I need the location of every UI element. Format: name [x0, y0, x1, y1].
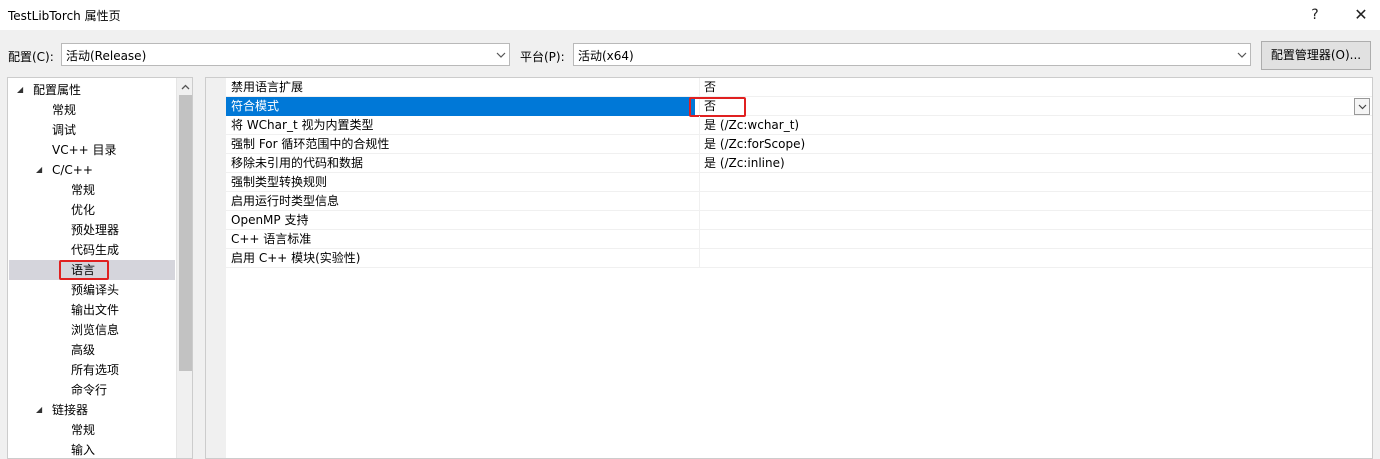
help-icon[interactable]: ?: [1300, 4, 1330, 26]
column-divider: [699, 173, 700, 192]
config-label: 配置(C):: [8, 50, 54, 64]
tree-item-label: 配置属性: [33, 83, 82, 97]
property-name: 禁用语言扩展: [231, 80, 304, 94]
property-name: C++ 语言标准: [231, 232, 312, 246]
column-divider: [699, 135, 700, 154]
chevron-down-icon[interactable]: [1354, 98, 1370, 115]
property-row[interactable]: 强制 For 循环范围中的合规性 是 (/Zc:forScope): [226, 135, 1372, 154]
property-name: 强制类型转换规则: [231, 175, 328, 189]
tree-expand-icon[interactable]: ◢: [36, 165, 46, 175]
column-divider: [699, 249, 700, 268]
property-grid: 禁用语言扩展 否 符合模式 否 将 WChar_t 视为内置类型 是 (/Zc:…: [205, 77, 1373, 459]
property-row[interactable]: 移除未引用的代码和数据 是 (/Zc:inline): [226, 154, 1372, 173]
column-divider: [699, 116, 700, 135]
tree-item-label: 链接器: [52, 403, 89, 417]
property-row[interactable]: 强制类型转换规则: [226, 173, 1372, 192]
grid-gutter: [206, 78, 226, 458]
tree-item-vc-directories[interactable]: VC++ 目录: [52, 140, 117, 160]
row-selection-highlight: [226, 97, 695, 116]
property-name: OpenMP 支持: [231, 213, 309, 227]
tree-item-precompiled-headers[interactable]: 预编译头: [71, 280, 119, 300]
close-icon[interactable]: ✕: [1346, 4, 1376, 26]
property-row[interactable]: 禁用语言扩展 否: [226, 78, 1372, 97]
tree-item-linker-input[interactable]: 输入: [71, 440, 95, 458]
chevron-down-icon: [493, 44, 509, 65]
tree-item-command-line[interactable]: 命令行: [71, 380, 107, 400]
property-tree: ◢ 配置属性 常规 调试 VC++ 目录 ◢ C/C++ 常规 优化 预处理器 …: [7, 77, 193, 459]
property-row[interactable]: 将 WChar_t 视为内置类型 是 (/Zc:wchar_t): [226, 116, 1372, 135]
column-divider: [699, 192, 700, 211]
config-toolbar: 配置(C): 活动(Release) 平台(P): 活动(x64) 配置管理器(…: [0, 30, 1380, 76]
language-highlight-box: [59, 260, 109, 280]
chevron-down-icon: [1234, 44, 1250, 65]
tree-item-all-options[interactable]: 所有选项: [71, 360, 119, 380]
property-name: 强制 For 循环范围中的合规性: [231, 137, 390, 151]
property-row[interactable]: 启用 C++ 模块(实验性): [226, 249, 1372, 268]
property-row[interactable]: OpenMP 支持: [226, 211, 1372, 230]
platform-label: 平台(P):: [520, 50, 565, 64]
property-value[interactable]: 是 (/Zc:inline): [704, 154, 785, 173]
tree-item-output-files[interactable]: 输出文件: [71, 300, 119, 320]
tree-expand-icon[interactable]: ◢: [36, 405, 46, 415]
platform-dropdown[interactable]: 活动(x64): [573, 43, 1251, 66]
property-value[interactable]: 否: [704, 78, 716, 97]
property-name: 移除未引用的代码和数据: [231, 156, 364, 170]
title-bar: TestLibTorch 属性页 ? ✕: [0, 0, 1380, 30]
config-manager-button[interactable]: 配置管理器(O)...: [1261, 41, 1371, 70]
column-divider: [699, 230, 700, 249]
tree-scrollbar[interactable]: [176, 78, 192, 458]
tree-item-preprocessor[interactable]: 预处理器: [71, 220, 119, 240]
property-row[interactable]: 启用运行时类型信息: [226, 192, 1372, 211]
property-row[interactable]: C++ 语言标准: [226, 230, 1372, 249]
tree-item-advanced[interactable]: 高级: [71, 340, 95, 360]
tree-item-code-generation[interactable]: 代码生成: [71, 240, 119, 260]
property-value[interactable]: 是 (/Zc:forScope): [704, 135, 805, 154]
property-row-selected[interactable]: 符合模式 否: [226, 97, 1372, 116]
value-highlight-box: [689, 97, 746, 117]
tree-item-browse-information[interactable]: 浏览信息: [71, 320, 119, 340]
column-divider: [699, 211, 700, 230]
tree-item-debugging[interactable]: 调试: [52, 120, 76, 140]
chevron-up-icon[interactable]: [177, 78, 192, 95]
property-name: 启用 C++ 模块(实验性): [231, 251, 361, 265]
property-value[interactable]: 是 (/Zc:wchar_t): [704, 116, 799, 135]
property-name: 符合模式: [231, 99, 280, 113]
tree-item-general[interactable]: 常规: [52, 100, 76, 120]
tree-item-cpp-general[interactable]: 常规: [71, 180, 95, 200]
scrollbar-thumb[interactable]: [179, 95, 192, 371]
config-dropdown[interactable]: 活动(Release): [61, 43, 510, 66]
tree-expand-icon[interactable]: ◢: [17, 85, 27, 95]
column-divider: [699, 78, 700, 97]
config-dropdown-value: 活动(Release): [66, 49, 147, 63]
tree-item-linker-general[interactable]: 常规: [71, 420, 95, 440]
column-divider: [699, 154, 700, 173]
property-name: 将 WChar_t 视为内置类型: [231, 118, 374, 132]
window-title: TestLibTorch 属性页: [8, 9, 121, 23]
property-name: 启用运行时类型信息: [231, 194, 340, 208]
tree-item-label: C/C++: [52, 163, 93, 177]
tree-item-optimization[interactable]: 优化: [71, 200, 95, 220]
platform-dropdown-value: 活动(x64): [578, 49, 634, 63]
